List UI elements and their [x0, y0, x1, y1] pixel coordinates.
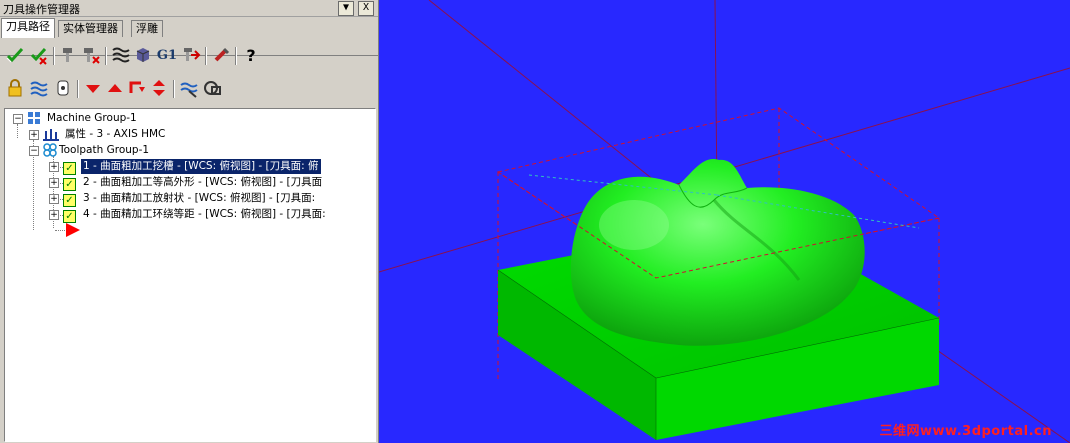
expand-toggle[interactable]: + [49, 210, 59, 220]
operation-row-1[interactable]: + ✓ 1 - 曲面粗加工挖槽 - [WCS: 俯视图] - [刀具面: 俯 [47, 159, 375, 175]
move-down-icon[interactable] [82, 78, 104, 100]
help-icon[interactable]: ? [240, 45, 262, 67]
expand-toggle[interactable]: + [29, 130, 39, 140]
regen-all-icon[interactable] [58, 45, 80, 67]
toolbar-operations: G1 ? [4, 45, 374, 69]
close-button[interactable]: X [358, 1, 374, 16]
toolpath-display-icon[interactable] [28, 78, 50, 100]
toolpath-tree: − Machine Group-1 + 属性 - 3 - AXIS HMC − … [4, 108, 376, 442]
verify-icon[interactable] [132, 45, 154, 67]
operation-checkbox-icon: ✓ [63, 159, 80, 175]
insert-arrow-marker-icon[interactable] [65, 223, 81, 240]
toolpath-manager-panel: 刀具操作管理器 ▼ X 刀具路径 实体管理器 浮雕 G1 ? − Machine… [0, 0, 379, 443]
operation-checkbox-icon: ✓ [63, 175, 80, 191]
insert-arrow-icon[interactable] [126, 78, 148, 100]
toolpath-group-label: Toolpath Group-1 [59, 144, 150, 156]
collapse-toggle[interactable]: − [13, 114, 23, 124]
expand-toggle[interactable]: + [49, 162, 59, 172]
machine-group-icon [27, 111, 41, 130]
operation-label: 3 - 曲面精加工放射状 - [WCS: 俯视图] - [刀具面: [83, 192, 316, 204]
operation-checkbox-icon: ✓ [63, 207, 80, 223]
high-speed-icon[interactable] [210, 45, 232, 67]
collapse-toggle[interactable]: − [29, 146, 39, 156]
operation-checkbox-icon: ✓ [63, 191, 80, 207]
panel-title: 刀具操作管理器 [3, 3, 80, 16]
pin-button[interactable]: ▼ [338, 1, 354, 16]
expand-toggle[interactable]: + [49, 178, 59, 188]
select-failed-icon[interactable] [28, 45, 50, 67]
select-all-icon[interactable] [4, 45, 26, 67]
only-selected-icon[interactable] [178, 78, 200, 100]
scroll-icon[interactable] [148, 78, 170, 100]
regen-dirty-icon[interactable] [80, 45, 102, 67]
properties-label: 属性 - 3 - AXIS HMC [65, 128, 166, 140]
operation-row-4[interactable]: + ✓ 4 - 曲面精加工环绕等距 - [WCS: 俯视图] - [刀具面: [47, 207, 375, 223]
operation-row-2[interactable]: + ✓ 2 - 曲面粗加工等高外形 - [WCS: 俯视图] - [刀具面 [47, 175, 375, 191]
machine-group-label: Machine Group-1 [47, 112, 137, 124]
post-icon[interactable] [180, 45, 202, 67]
lock-icon[interactable] [4, 78, 26, 100]
g1-post-icon[interactable]: G1 [156, 45, 178, 67]
operation-label: 2 - 曲面粗加工等高外形 - [WCS: 俯视图] - [刀具面 [83, 176, 323, 188]
panel-title-bar: 刀具操作管理器 ▼ X [0, 0, 378, 17]
tab-bar: 刀具路径 实体管理器 浮雕 [0, 18, 378, 56]
backplot-icon[interactable] [110, 45, 132, 67]
graphics-viewport[interactable]: 三维网www.3dportal.cn [379, 0, 1070, 443]
operation-label: 1 - 曲面粗加工挖槽 - [WCS: 俯视图] - [刀具面: 俯 [81, 159, 321, 174]
tab-solids-manager[interactable]: 实体管理器 [58, 20, 123, 37]
view-icon[interactable] [202, 78, 224, 100]
watermark: 三维网www.3dportal.cn [879, 424, 1052, 439]
tab-relief[interactable]: 浮雕 [131, 20, 163, 37]
move-up-icon[interactable] [104, 78, 126, 100]
expand-toggle[interactable]: + [49, 194, 59, 204]
operation-row-3[interactable]: + ✓ 3 - 曲面精加工放射状 - [WCS: 俯视图] - [刀具面: [47, 191, 375, 207]
toolbar-display [4, 78, 374, 102]
tab-toolpaths[interactable]: 刀具路径 [1, 18, 55, 38]
operation-label: 4 - 曲面精加工环绕等距 - [WCS: 俯视图] - [刀具面: [83, 208, 326, 220]
post-lock-icon[interactable] [52, 78, 74, 100]
